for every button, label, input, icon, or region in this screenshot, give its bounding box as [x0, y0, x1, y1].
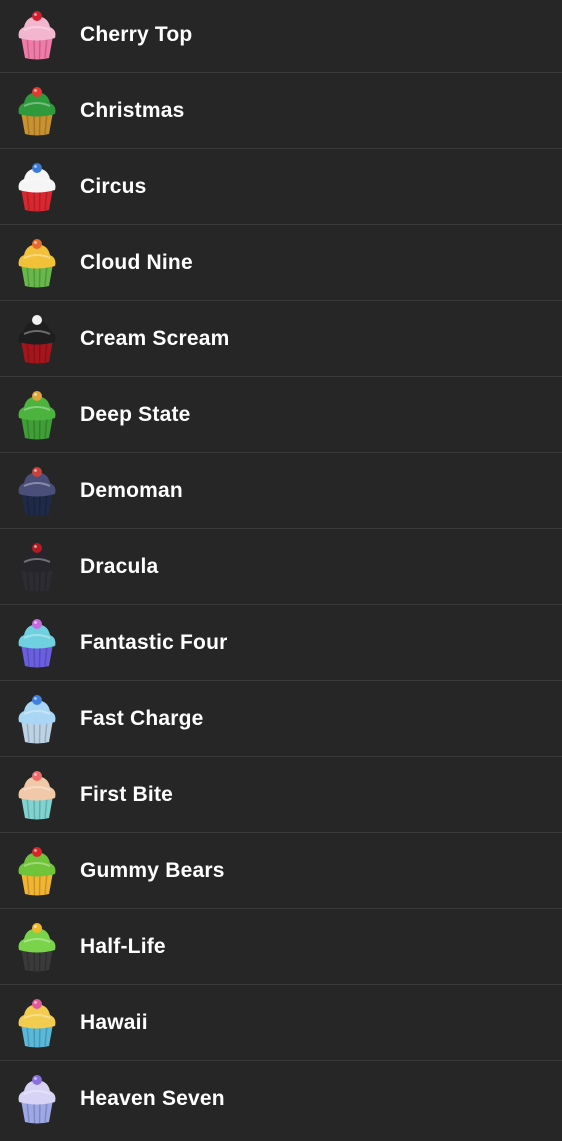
item-label: First Bite: [80, 783, 174, 806]
heaven-seven-cupcake-icon: [14, 1072, 60, 1126]
gummy-bears-cupcake-icon: [14, 844, 60, 898]
deep-state-cupcake-icon: [14, 388, 60, 442]
list-item-cherry-top[interactable]: Cherry Top: [0, 0, 562, 73]
item-label: Hawaii: [80, 1011, 148, 1034]
item-label: Circus: [80, 175, 147, 198]
list-item-half-life[interactable]: Half-Life: [0, 909, 562, 985]
list-item-hawaii[interactable]: Hawaii: [0, 985, 562, 1061]
list-item-heaven-seven[interactable]: Heaven Seven: [0, 1061, 562, 1137]
item-label: Gummy Bears: [80, 859, 225, 882]
fantastic-four-cupcake-icon: [14, 616, 60, 670]
christmas-cupcake-icon: [14, 84, 60, 138]
item-label: Half-Life: [80, 935, 166, 958]
demoman-cupcake-icon: [14, 464, 60, 518]
list-item-cloud-nine[interactable]: Cloud Nine: [0, 225, 562, 301]
item-label: Cream Scream: [80, 327, 230, 350]
item-label: Heaven Seven: [80, 1087, 225, 1110]
item-label: Cherry Top: [80, 23, 193, 46]
list-item-fantastic-four[interactable]: Fantastic Four: [0, 605, 562, 681]
list-item-demoman[interactable]: Demoman: [0, 453, 562, 529]
list-item-gummy-bears[interactable]: Gummy Bears: [0, 833, 562, 909]
list-item-deep-state[interactable]: Deep State: [0, 377, 562, 453]
fast-charge-cupcake-icon: [14, 692, 60, 746]
list-item-circus[interactable]: Circus: [0, 149, 562, 225]
list-item-cream-scream[interactable]: Cream Scream: [0, 301, 562, 377]
list-item-fast-charge[interactable]: Fast Charge: [0, 681, 562, 757]
dracula-cupcake-icon: [14, 540, 60, 594]
item-label: Fast Charge: [80, 707, 204, 730]
item-label: Deep State: [80, 403, 191, 426]
list-item-christmas[interactable]: Christmas: [0, 73, 562, 149]
list-item-dracula[interactable]: Dracula: [0, 529, 562, 605]
item-label: Demoman: [80, 479, 183, 502]
hawaii-cupcake-icon: [14, 996, 60, 1050]
first-bite-cupcake-icon: [14, 768, 60, 822]
cloud-nine-cupcake-icon: [14, 236, 60, 290]
half-life-cupcake-icon: [14, 920, 60, 974]
item-label: Fantastic Four: [80, 631, 228, 654]
cream-scream-cupcake-icon: [14, 312, 60, 366]
cherry-top-cupcake-icon: [14, 8, 60, 62]
circus-cupcake-icon: [14, 160, 60, 214]
cupcake-list: Cherry Top Christmas Circus Cloud Nine C…: [0, 0, 562, 1138]
list-item-first-bite[interactable]: First Bite: [0, 757, 562, 833]
item-label: Christmas: [80, 99, 185, 122]
item-label: Dracula: [80, 555, 159, 578]
item-label: Cloud Nine: [80, 251, 193, 274]
